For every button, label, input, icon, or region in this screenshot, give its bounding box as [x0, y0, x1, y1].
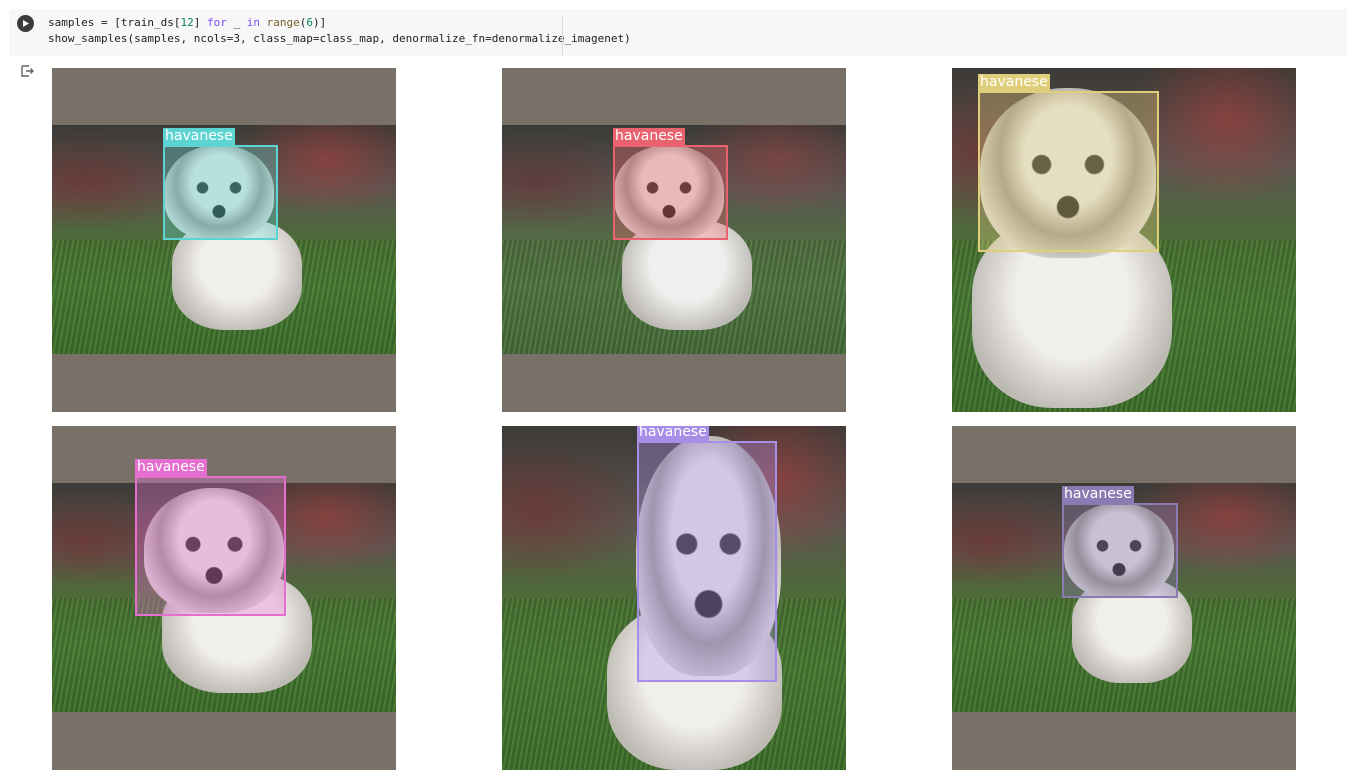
code-token: )] — [312, 16, 327, 29]
class-label: havanese — [135, 459, 207, 476]
code-token: _ — [226, 16, 247, 29]
class-label: havanese — [163, 128, 235, 145]
class-label: havanese — [978, 74, 1050, 91]
class-label: havanese — [637, 426, 709, 441]
bounding-box: havanese — [163, 128, 278, 240]
sample-image: havanese — [52, 68, 396, 412]
code-token: 12 — [180, 16, 194, 29]
sample-image: havanese — [52, 426, 396, 770]
editor-ruler — [562, 16, 563, 56]
class-label: havanese — [613, 128, 685, 145]
code-token: for — [206, 16, 227, 29]
sample-image: havanese — [502, 426, 846, 770]
code-line: show_samples(samples, ncols=3, class_map… — [48, 32, 631, 45]
code-token: range — [266, 16, 300, 29]
code-token: samples = [train_ds[ — [48, 16, 181, 29]
bounding-box: havanese — [135, 459, 286, 616]
bounding-box: havanese — [978, 74, 1159, 252]
sample-image: havanese — [952, 68, 1296, 412]
sample-image: havanese — [952, 426, 1296, 770]
bounding-box: havanese — [613, 128, 728, 240]
code-token: 6 — [306, 16, 313, 29]
output-arrow-icon[interactable] — [20, 64, 34, 78]
code-editor[interactable]: samples = [train_ds[12] for _ in range(6… — [48, 15, 631, 47]
sample-image: havanese — [502, 68, 846, 412]
run-cell-button[interactable] — [17, 15, 34, 32]
bounding-box: havanese — [1062, 486, 1178, 598]
play-icon — [23, 20, 29, 27]
bounding-box: havanese — [637, 426, 777, 682]
code-token: in — [246, 16, 260, 29]
class-label: havanese — [1062, 486, 1134, 503]
code-token: ] — [193, 16, 207, 29]
